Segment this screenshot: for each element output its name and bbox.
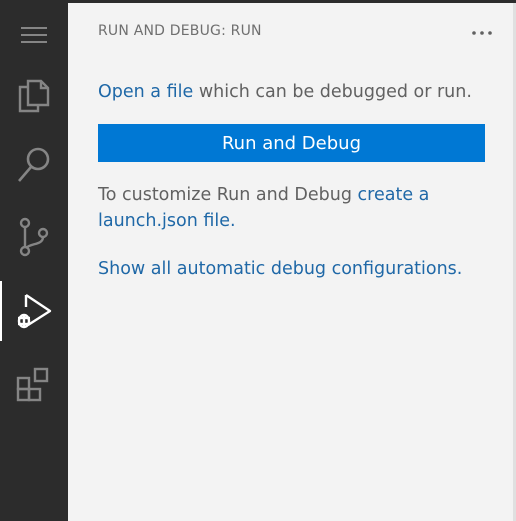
- run-and-debug-button[interactable]: Run and Debug: [98, 124, 485, 162]
- activity-bar: [0, 3, 68, 521]
- show-all-configurations-link[interactable]: Show all automatic debug configurations.: [98, 259, 462, 279]
- run-debug-panel: RUN AND DEBUG: RUN Open a file which can…: [68, 3, 516, 521]
- customize-text: To customize Run and Debug: [98, 185, 358, 205]
- extensions-icon: [15, 366, 53, 404]
- customize-paragraph: To customize Run and Debug create a laun…: [98, 182, 458, 234]
- activity-item-source-control[interactable]: [0, 207, 68, 267]
- source-control-icon: [17, 216, 51, 258]
- ellipsis-icon: [471, 21, 493, 40]
- vscode-window: RUN AND DEBUG: RUN Open a file which can…: [0, 0, 516, 521]
- search-icon: [15, 145, 53, 185]
- activity-item-explorer[interactable]: [0, 65, 68, 125]
- open-file-paragraph: Open a file which can be debugged or run…: [98, 79, 488, 105]
- more-actions-button[interactable]: [469, 17, 495, 43]
- activity-item-extensions[interactable]: [0, 355, 68, 415]
- show-all-paragraph: Show all automatic debug configurations.: [98, 256, 488, 282]
- menu-button[interactable]: [0, 5, 68, 65]
- open-file-text: which can be debugged or run.: [193, 82, 472, 102]
- run-debug-icon: [14, 291, 54, 331]
- activity-item-search[interactable]: [0, 135, 68, 195]
- open-file-link[interactable]: Open a file: [98, 82, 193, 102]
- welcome-content: Open a file which can be debugged or run…: [98, 79, 488, 282]
- explorer-icon: [16, 75, 52, 115]
- activity-item-run-debug[interactable]: [0, 281, 68, 341]
- panel-title: RUN AND DEBUG: RUN: [98, 23, 262, 39]
- menu-icon: [20, 25, 48, 45]
